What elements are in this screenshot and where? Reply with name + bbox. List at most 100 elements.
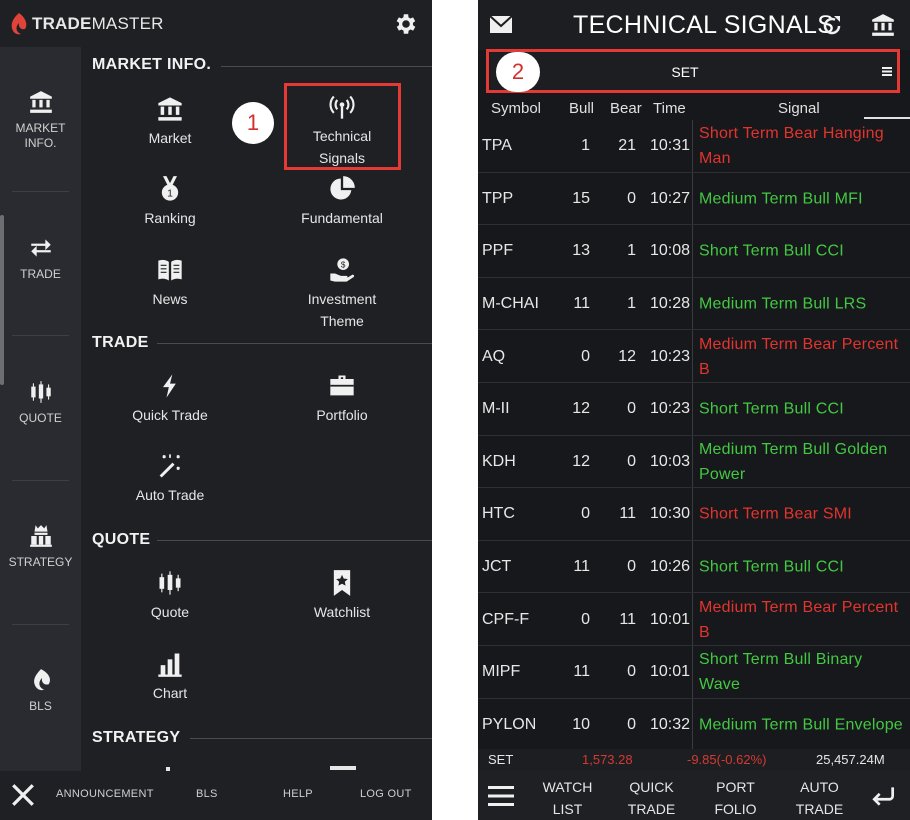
cell-bear: 1 [627,295,636,313]
sidebar-item-label: MARKET INFO. [15,121,66,150]
cell-symbol: JCT [482,558,512,576]
hand-coin-icon: $ [330,258,355,282]
cell-bear: 12 [618,347,636,365]
column-header-bear[interactable]: Bear [610,100,642,117]
help-link[interactable]: HELP [283,788,313,800]
bottom-nav: WATCH LIST QUICK TRADE PORT FOLIO AUTO T… [478,771,910,820]
bookmark-star-icon [333,570,351,596]
table-row[interactable]: TPA 1 21 10:31 Short Term Bear Hanging Man [478,120,910,173]
cell-symbol: KDH [482,452,516,470]
announcement-link[interactable]: ANNOUNCEMENT [56,788,154,800]
cell-time: 10:27 [650,189,691,207]
tile-investment-theme[interactable]: $ Investment Theme [257,256,427,332]
column-divider [692,277,693,331]
table-row[interactable]: CPF-F 0 11 10:01 Medium Term Bear Percent B [478,593,910,646]
tile-ranking[interactable]: 1 Ranking [85,175,255,229]
cell-bull: 11 [573,663,590,681]
hamburger-menu-icon[interactable] [488,784,514,808]
sidebar-item-market-info[interactable]: MARKET INFO. [0,89,81,151]
table-row[interactable]: M-II 12 0 10:23 Short Term Bull CCI [478,383,910,436]
table-row[interactable]: HTC 0 11 10:30 Short Term Bear SMI [478,488,910,541]
nav-quick-trade[interactable]: QUICK TRADE [624,776,679,820]
cell-signal: Medium Term Bull LRS [699,295,867,313]
tile-fundamental[interactable]: Fundamental [257,175,427,229]
table-row[interactable]: AQ 0 12 10:23 Medium Term Bear Percent B [478,330,910,383]
sidebar-divider [12,624,69,625]
table-row[interactable]: JCT 11 0 10:26 Short Term Bull CCI [478,540,910,594]
cell-symbol: M-II [482,400,510,418]
nav-portfolio[interactable]: PORT FOLIO [708,776,763,820]
bank-icon[interactable] [870,12,896,38]
tile-watchlist[interactable]: Watchlist [257,569,427,623]
lightning-icon [163,374,176,398]
column-header-bull[interactable]: Bull [569,100,594,117]
table-row[interactable]: PYLON 10 0 10:32 Medium Term Bull Envelope [478,698,910,752]
tile-auto-trade[interactable]: Auto Trade [85,452,255,506]
table-row[interactable]: TPP 15 0 10:27 Medium Term Bull MFI [478,172,910,226]
section-divider [190,738,432,739]
nav-auto-trade[interactable]: AUTO TRADE [792,776,847,820]
app-name-thin: MASTER [91,14,164,33]
sidebar-item-label: TRADE [20,267,61,281]
cell-symbol: CPF-F [482,610,530,628]
tile-market[interactable]: Market [85,95,255,149]
tile-label: Fundamental [301,210,383,226]
table-row[interactable]: MIPF 11 0 10:01 Short Term Bull Binary Wave [478,646,910,699]
right-screen: TECHNICAL SIGNALS SET Symbol Bull Bear T… [478,0,910,820]
cell-bull: 11 [573,295,590,313]
cell-symbol: PYLON [482,715,537,733]
tile-quote[interactable]: Quote [85,569,255,623]
nav-watchlist[interactable]: WATCH LIST [540,776,595,820]
gear-icon[interactable] [393,11,419,37]
cell-time: 10:30 [650,505,691,523]
logout-link[interactable]: LOG OUT [360,788,412,800]
bls-link[interactable]: BLS [196,788,218,800]
tile-news[interactable]: News [85,256,255,310]
candlestick-icon [30,381,51,403]
app-logo: TRADEMASTER [8,12,164,36]
table-row[interactable]: M-CHAI 11 1 10:28 Medium Term Bull LRS [478,277,910,331]
book-icon [158,259,182,281]
cell-bear: 1 [627,242,636,260]
column-divider [692,698,693,752]
column-divider [692,435,693,489]
column-divider [692,172,693,226]
cell-symbol: TPA [482,137,512,155]
table-row[interactable]: KDH 12 0 10:03 Medium Term Bull Golden Power [478,435,910,489]
table-row[interactable]: PPF 13 1 10:08 Short Term Bull CCI [478,225,910,278]
bank-icon [158,97,182,121]
tile-chart[interactable]: Chart [85,650,255,704]
highlight-box-market-selector [486,49,900,93]
column-header-symbol[interactable]: Symbol [491,100,541,117]
cell-time: 10:03 [650,452,691,470]
column-divider [692,646,693,699]
refresh-icon[interactable] [820,14,844,38]
back-arrow-icon[interactable] [871,783,897,809]
tile-quick-trade[interactable]: Quick Trade [85,372,255,426]
sidebar-divider [12,480,69,481]
cell-bull: 0 [581,505,590,523]
nav-label-line: TRADE [795,801,844,817]
svg-text:1: 1 [167,188,173,200]
briefcase-icon [330,375,354,396]
cell-bear: 11 [619,505,636,523]
cell-signal: Short Term Bull CCI [699,400,844,418]
nav-label-line: LIST [552,801,583,817]
sidebar-item-trade[interactable]: TRADE [0,235,81,282]
sidebar-item-bls[interactable]: BLS [0,667,81,714]
column-header-time[interactable]: Time [653,100,686,117]
app-name-bold: TRADE [32,14,92,33]
left-screen: TRADEMASTER MARKET INFO. TRADE QUOTE STR… [0,0,432,820]
index-ticker: SET 1,573.28 -9.85(-0.62%) 25,457.24M [478,749,910,771]
column-header-signal[interactable]: Signal [778,100,820,117]
sidebar-item-quote[interactable]: QUOTE [0,379,81,426]
sidebar-item-strategy[interactable]: STRATEGY [0,523,81,570]
tile-portfolio[interactable]: Portfolio [257,372,427,426]
page-title: TECHNICAL SIGNALS [573,11,835,39]
mail-icon[interactable] [489,14,513,36]
cell-bear: 21 [618,137,636,155]
magic-wand-icon [159,454,180,478]
close-icon[interactable] [10,782,36,808]
nav-label-line: FOLIO [714,801,757,817]
cell-bull: 12 [572,452,590,470]
